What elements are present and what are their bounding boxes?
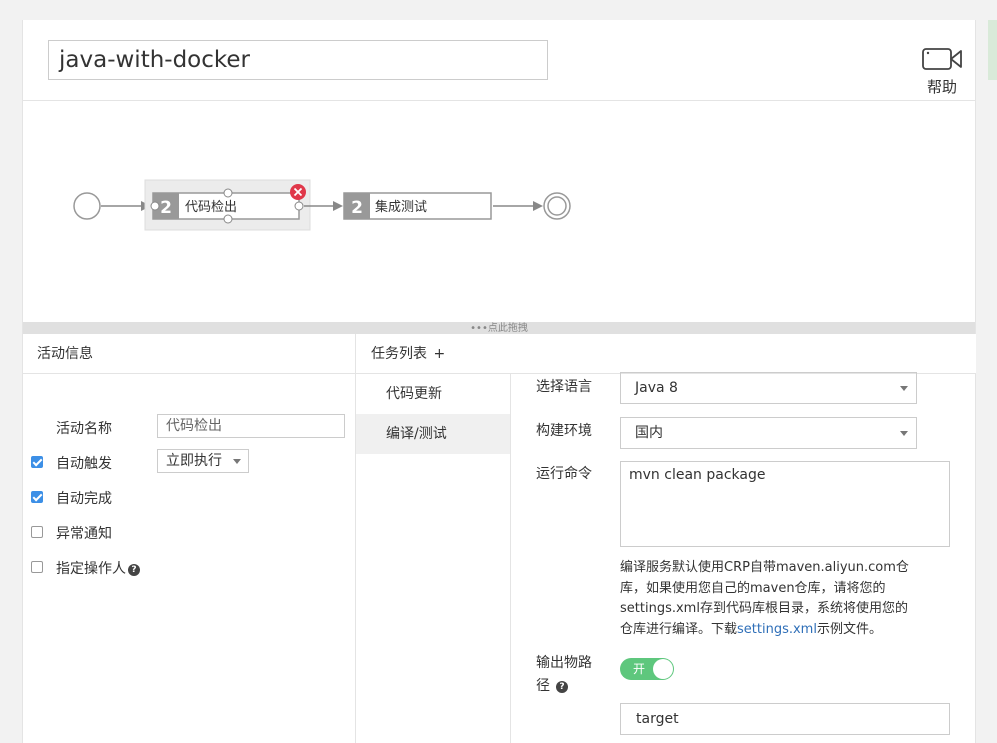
- output-path-input[interactable]: target: [620, 703, 950, 735]
- auto-trigger-row: 自动触发 立即执行: [23, 449, 356, 475]
- flow-edge-1-2-arrow: [333, 201, 343, 211]
- toggle-label: 开: [633, 662, 646, 676]
- language-value: Java 8: [635, 380, 678, 396]
- build-help-text: 编译服务默认使用CRP自带maven.aliyun.com仓库，如果使用您自己的…: [620, 558, 920, 640]
- auto-complete-row: 自动完成: [23, 484, 356, 510]
- chevron-down-icon: [233, 459, 241, 464]
- assign-operator-label: 指定操作人: [56, 561, 126, 577]
- help-label: 帮助: [926, 78, 957, 96]
- activity-name-label: 活动名称: [56, 421, 112, 437]
- auto-trigger-label: 自动触发: [56, 456, 112, 472]
- chevron-down-icon: [900, 386, 908, 391]
- add-task-button[interactable]: +: [433, 346, 445, 362]
- task-item-code-update[interactable]: 代码更新: [356, 374, 510, 414]
- output-path-toggle[interactable]: 开: [620, 658, 674, 680]
- task-list-panel: 任务列表 + 代码更新 编译/测试: [356, 334, 976, 743]
- run-command-label: 运行命令: [536, 466, 592, 482]
- auto-trigger-value: 立即执行: [166, 453, 222, 469]
- activity-name-row: 活动名称 代码检出: [23, 414, 356, 440]
- flow-node-1-handle-right: [294, 201, 304, 211]
- build-env-select[interactable]: 国内: [620, 417, 917, 449]
- task-item-build-test[interactable]: 编译/测试: [356, 414, 510, 454]
- pipeline-editor-panel: java-with-docker 帮助 2 代码检出 2 集成测试 •••点此拖…: [22, 20, 976, 743]
- exception-notify-label: 异常通知: [56, 526, 112, 542]
- language-label: 选择语言: [536, 379, 592, 395]
- close-circle-icon[interactable]: [290, 184, 306, 200]
- flow-node-2-number: 2: [351, 198, 363, 218]
- exception-notify-checkbox[interactable]: [31, 526, 43, 538]
- drag-hint: •••点此拖拽: [470, 323, 528, 334]
- flow-node-1-number: 2: [160, 198, 172, 218]
- video-camera-icon: [922, 48, 962, 70]
- flow-end-node-inner: [547, 196, 567, 216]
- build-env-value: 国内: [635, 425, 663, 441]
- build-settings-panel: 选择语言 Java 8 构建环境 国内 运行命令 mvn clean packa…: [512, 372, 977, 743]
- auto-complete-label: 自动完成: [56, 491, 112, 507]
- output-path-label-2: 径: [536, 678, 550, 694]
- activity-name-input[interactable]: 代码检出: [157, 414, 345, 438]
- question-icon[interactable]: ?: [556, 681, 568, 693]
- task-list-title: 任务列表: [371, 346, 427, 362]
- chevron-down-icon: [900, 431, 908, 436]
- build-env-label: 构建环境: [536, 423, 592, 439]
- flow-diagram: 2 代码检出 2 集成测试: [73, 179, 571, 231]
- flow-node-1-label: 代码检出: [185, 200, 237, 215]
- flow-node-1-handle-left: [150, 201, 160, 211]
- flow-node-1-handle-top: [223, 188, 233, 198]
- language-select[interactable]: Java 8: [620, 372, 917, 404]
- exception-notify-row: 异常通知: [23, 519, 356, 545]
- question-icon[interactable]: ?: [128, 564, 140, 576]
- flow-node-2-label: 集成测试: [375, 199, 427, 215]
- flow-edge-2-end-arrow: [533, 201, 543, 211]
- resize-drag-handle[interactable]: •••点此拖拽: [23, 322, 975, 334]
- window-edge: [988, 20, 997, 80]
- auto-trigger-select[interactable]: 立即执行: [157, 449, 249, 473]
- flow-start-node: [73, 192, 101, 220]
- assign-operator-row: 指定操作人?: [23, 554, 356, 580]
- run-command-textarea[interactable]: mvn clean package: [620, 461, 950, 547]
- assign-operator-checkbox[interactable]: [31, 561, 43, 573]
- activity-info-title: 活动信息: [23, 334, 355, 374]
- build-help-text-2: 示例文件。: [816, 621, 882, 637]
- pipeline-name-input[interactable]: java-with-docker: [48, 40, 548, 80]
- flow-canvas[interactable]: 2 代码检出 2 集成测试: [23, 101, 975, 321]
- activity-info-panel: 活动信息 活动名称 代码检出 自动触发 立即执行 自动完成 异常通知 指定操作人…: [23, 334, 356, 743]
- auto-trigger-checkbox[interactable]: [31, 456, 43, 468]
- assign-operator-label-wrap: 指定操作人?: [56, 558, 140, 578]
- flow-node-1-handle-bottom: [223, 214, 233, 224]
- task-list-header: 任务列表 +: [356, 334, 976, 374]
- help-button[interactable]: 帮助: [919, 46, 965, 97]
- auto-complete-checkbox[interactable]: [31, 491, 43, 503]
- output-path-label: 输出物路径?: [536, 652, 592, 698]
- output-path-label-1: 输出物路: [536, 655, 592, 671]
- settings-xml-link[interactable]: settings.xml: [737, 622, 817, 637]
- toggle-knob: [653, 659, 673, 679]
